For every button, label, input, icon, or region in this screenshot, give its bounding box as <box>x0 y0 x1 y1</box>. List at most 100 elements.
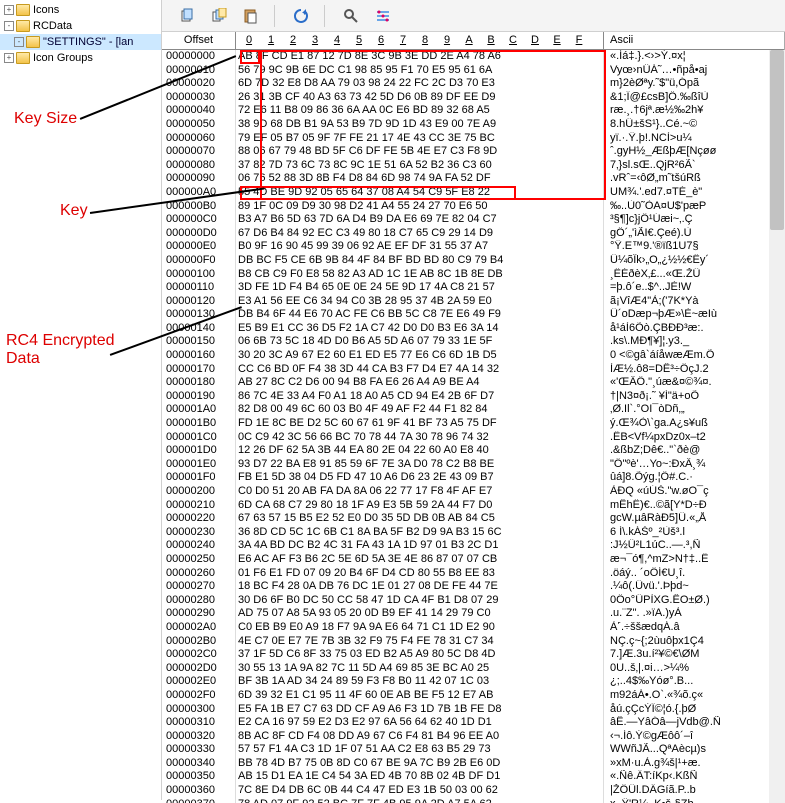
toolbar-copy-all[interactable] <box>210 7 228 25</box>
hex-row[interactable]: 00000350AB 15 D1 EA 1E C4 54 3A ED 4B 70… <box>162 770 784 784</box>
toolbar-separator <box>274 5 278 27</box>
hex-row[interactable]: 0000026001 F6 E1 FD 07 09 20 B4 6F D4 CD… <box>162 567 784 581</box>
hex-row[interactable]: 000001C00C C9 42 3C 56 66 BC 70 78 44 7A… <box>162 431 784 445</box>
hex-row[interactable]: 000001A082 D8 00 49 6C 60 03 B0 4F 49 AF… <box>162 403 784 417</box>
ascii-cell: »xM·u.À.g¾š|¹+æ. <box>604 757 784 771</box>
ascii-cell: ÌÆ½.ô8=DÊ³÷ÔçJ.2 <box>604 363 784 377</box>
hex-row[interactable]: 00000170CC C6 BD 0F F4 38 3D 44 CA B3 F7… <box>162 363 784 377</box>
toolbar-refresh[interactable] <box>292 7 310 25</box>
ascii-cell: WWñJÃ...QªAècµ)s <box>604 743 784 757</box>
tree-item[interactable]: -"SETTINGS" - [lan <box>0 34 161 50</box>
hex-row[interactable]: 0000008037 82 7D 73 6C 73 8C 9C 1E 51 6A… <box>162 159 784 173</box>
toolbar-paste[interactable] <box>242 7 260 25</box>
ascii-cell: 7.]Æ.3u.í²¥©€\ØM <box>604 648 784 662</box>
offset-cell: 00000310 <box>162 716 236 730</box>
offset-cell: 000002F0 <box>162 689 236 703</box>
hex-row[interactable]: 000003208B AC 8F CD F4 08 DD A9 67 C6 F4… <box>162 730 784 744</box>
hex-row[interactable]: 000000C0B3 A7 B6 5D 63 7D 6A D4 B9 DA E6… <box>162 213 784 227</box>
hex-row[interactable]: 0000027018 BC F4 28 0A DB 76 DC 1E 01 27… <box>162 580 784 594</box>
hex-row[interactable]: 0000033057 57 F1 4A C3 1D 1F 07 51 AA C2… <box>162 743 784 757</box>
hex-cell: 3D FE 1D F4 B4 65 0E 0E 24 5E 9D 17 4A C… <box>236 281 604 295</box>
offset-cell: 00000040 <box>162 104 236 118</box>
hex-row[interactable]: 00000290AD 75 07 A8 5A 93 05 20 0D B9 EF… <box>162 607 784 621</box>
offset-cell: 00000250 <box>162 553 236 567</box>
hex-row[interactable]: 0000009006 76 52 88 3D 8B F4 D8 84 6D 98… <box>162 172 784 186</box>
hex-row[interactable]: 00000340BB 78 4D B7 75 0B 8D C0 67 BE 9A… <box>162 757 784 771</box>
annotation-keysize: Key Size <box>14 110 77 128</box>
hex-row[interactable]: 0000015006 6B 73 5C 18 4D D0 B6 A5 5D A6… <box>162 335 784 349</box>
hex-row[interactable]: 0000003026 31 3B CF 40 A3 63 73 42 5D D6… <box>162 91 784 105</box>
hex-row[interactable]: 000002E0BF 3B 1A AD 34 24 89 59 F3 F8 B0… <box>162 675 784 689</box>
hex-cell: 30 20 3C A9 67 E2 60 E1 ED E5 77 E6 C6 6… <box>236 349 604 363</box>
offset-cell: 000000D0 <box>162 227 236 241</box>
hex-row[interactable]: 000002D030 55 13 1A 9A 82 7C 11 5D A4 69… <box>162 662 784 676</box>
hex-row[interactable]: 00000120E3 A1 56 EE C6 34 94 C0 3B 28 95… <box>162 295 784 309</box>
hex-row[interactable]: 000002B04E C7 0E E7 7E 7B 3B 32 F9 75 F4… <box>162 635 784 649</box>
offset-cell: 00000260 <box>162 567 236 581</box>
hex-row[interactable]: 000000D067 D6 B4 84 92 EC C3 49 80 18 C7… <box>162 227 784 241</box>
hex-row[interactable]: 0000023036 8D CD 5C 1C 6B C1 8A BA 5F B2… <box>162 526 784 540</box>
hex-row[interactable]: 000001B0FD 1E 8C BE D2 5C 60 67 61 9F 41… <box>162 417 784 431</box>
tree-toggle-icon[interactable]: + <box>4 5 14 15</box>
hex-row[interactable]: 0000028030 D6 6F B0 DC 50 CC 58 47 1D CA… <box>162 594 784 608</box>
tree-item[interactable]: - RCData <box>0 18 161 34</box>
hex-row[interactable]: 000000B089 1F 0C 09 D9 30 98 D2 41 A4 55… <box>162 200 784 214</box>
hex-cell: 79 EF 05 B7 05 9F 7F FE 21 17 4E 43 CC 3… <box>236 132 604 146</box>
hex-row[interactable]: 00000300E5 FA 1B E7 C7 63 DD CF A9 A6 F3… <box>162 703 784 717</box>
ascii-cell: ÀÐQ «úÚŠ."w.øO¯ç <box>604 485 784 499</box>
hex-row[interactable]: 000002A0C0 EB B9 E0 A9 18 F7 9A 9A E6 64… <box>162 621 784 635</box>
hex-row[interactable]: 000001D012 26 DF 62 5A 3B 44 EA 80 2E 04… <box>162 444 784 458</box>
tree-toggle-icon[interactable]: + <box>4 53 14 63</box>
hex-rows[interactable]: 00000000AB 8F CD E1 87 12 7D 8E 3C 9B 3E… <box>162 50 784 803</box>
tree-toggle-icon[interactable]: - <box>4 21 14 31</box>
hex-row[interactable]: 000001F0FB E1 5D 38 04 D5 FD 47 10 A6 D6… <box>162 471 784 485</box>
hex-cell: AD 75 07 A8 5A 93 05 20 0D B9 EF 41 14 2… <box>236 607 604 621</box>
hex-row[interactable]: 00000200C0 D0 51 20 AB FA DA 8A 06 22 77… <box>162 485 784 499</box>
toolbar-properties[interactable] <box>374 7 392 25</box>
hex-row[interactable]: 000002F06D 39 32 E1 C1 95 11 4F 60 0E AB… <box>162 689 784 703</box>
hex-cell: 78 AD 07 9F 92 52 BC 7F 7F 4B 95 9A 2D A… <box>236 798 604 803</box>
scrollbar-thumb[interactable] <box>770 50 784 230</box>
offset-cell: 00000210 <box>162 499 236 513</box>
hex-row[interactable]: 0000016030 20 3C A9 67 E2 60 E1 ED E5 77… <box>162 349 784 363</box>
offset-cell: 00000140 <box>162 322 236 336</box>
hex-row[interactable]: 000002403A 4A BD DC B2 4C 31 FA 43 1A 1D… <box>162 539 784 553</box>
hex-row[interactable]: 000000F0DB BC F5 CE 6B 9B 84 4F 84 BF BD… <box>162 254 784 268</box>
tree-item[interactable]: +Icon Groups <box>0 50 161 66</box>
hex-row[interactable]: 00000130DB B4 6F 44 E6 70 AC FE C6 BB 5C… <box>162 308 784 322</box>
tree-toggle-icon[interactable]: - <box>14 37 24 47</box>
scrollbar[interactable] <box>769 50 785 803</box>
tree-item[interactable]: +Icons <box>0 2 161 18</box>
toolbar-zoom[interactable] <box>342 7 360 25</box>
hex-row[interactable]: 000002C037 1F 5D C6 8F 33 75 03 ED B2 A5… <box>162 648 784 662</box>
hex-row[interactable]: 000000E0B0 9F 16 90 45 99 39 06 92 AE EF… <box>162 240 784 254</box>
hex-row[interactable]: 000000206D 7D 32 E8 D8 AA 79 03 98 24 22… <box>162 77 784 91</box>
offset-cell: 00000240 <box>162 539 236 553</box>
hex-row[interactable]: 0000007088 06 67 79 48 BD 5F C6 DF FE 5B… <box>162 145 784 159</box>
offset-cell: 00000330 <box>162 743 236 757</box>
hex-row[interactable]: 00000310E2 CA 16 97 59 E2 D3 E2 97 6A 56… <box>162 716 784 730</box>
ascii-cell: «'ŒÂÖ."¸úæ&¤©¾¤. <box>604 376 784 390</box>
hex-row[interactable]: 0000019086 7C 4E 33 A4 F0 A1 18 A0 A5 CD… <box>162 390 784 404</box>
ascii-cell: À˹੠.÷ššædqÁ.â <box>604 621 784 635</box>
hex-row[interactable]: 0000022067 63 57 15 B5 E2 52 E0 D0 35 5D… <box>162 512 784 526</box>
hex-row[interactable]: 00000140E5 B9 E1 CC 36 D5 F2 1A C7 42 D0… <box>162 322 784 336</box>
hex-row[interactable]: 000002106D CA 68 C7 29 80 18 1F A9 E3 5B… <box>162 499 784 513</box>
hex-row[interactable]: 0000006079 EF 05 B7 05 9F 7F FE 21 17 4E… <box>162 132 784 146</box>
ascii-cell: ‚Ø.Il`.°OI¯òDñ‚„ <box>604 403 784 417</box>
hex-row[interactable]: 000001103D FE 1D F4 B4 65 0E 0E 24 5E 9D… <box>162 281 784 295</box>
hex-row[interactable]: 0000005038 9D 68 DB B1 9A 53 B9 7D 9D 1D… <box>162 118 784 132</box>
hex-row[interactable]: 00000250E6 AC AF F3 B6 2C 5E 6D 5A 3E 4E… <box>162 553 784 567</box>
toolbar-copy[interactable] <box>178 7 196 25</box>
hex-row[interactable]: 0000037078 AD 07 9F 92 52 BC 7F 7F 4B 95… <box>162 798 784 803</box>
hex-row[interactable]: 00000100B8 CB C9 F0 E8 58 82 A3 AD 1C 1E… <box>162 268 784 282</box>
ascii-cell: Û´oDæp¬þÆ»\È~æIù <box>604 308 784 322</box>
ascii-cell: m}2èØªy.˜$"ü,Ópã <box>604 77 784 91</box>
tree-label: RCData <box>33 20 72 32</box>
hex-row[interactable]: 0000001056 79 9C 9B 6E DC C1 98 85 95 F1… <box>162 64 784 78</box>
hex-row[interactable]: 0000004072 E6 11 B8 09 86 36 6A AA 0C E6… <box>162 104 784 118</box>
hex-row[interactable]: 00000180AB 27 8C C2 D6 00 94 B8 FA E6 26… <box>162 376 784 390</box>
hex-row[interactable]: 000001E093 D7 22 BA E8 91 85 59 6F 7E 3A… <box>162 458 784 472</box>
hex-row[interactable]: 00000000AB 8F CD E1 87 12 7D 8E 3C 9B 3E… <box>162 50 784 64</box>
hex-row[interactable]: 000003607C 8E D4 DB 6C 0B 44 C4 47 ED E3… <box>162 784 784 798</box>
